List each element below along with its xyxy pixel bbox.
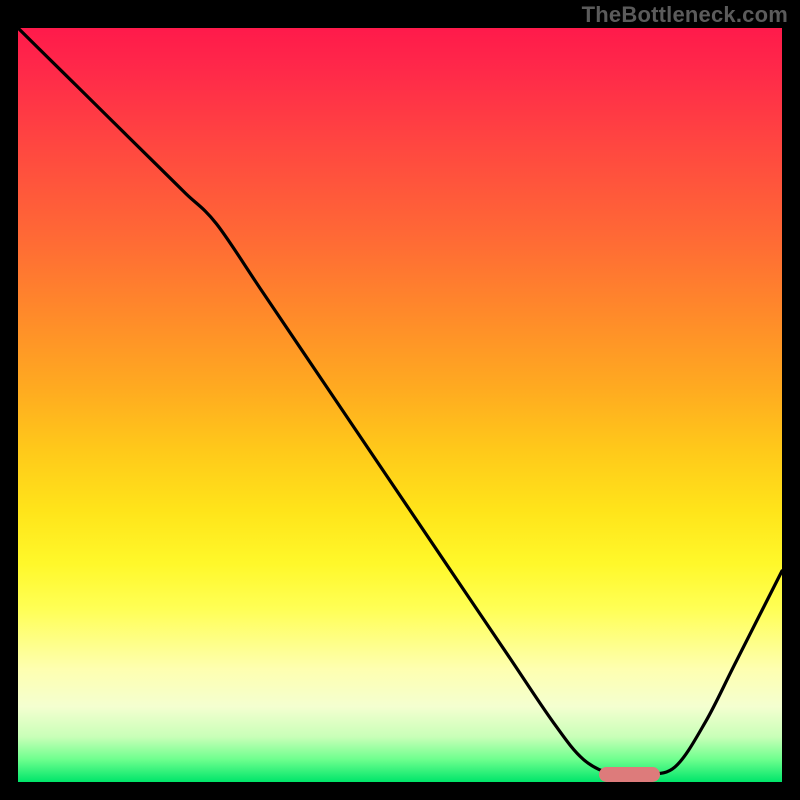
chart-frame: TheBottleneck.com <box>0 0 800 800</box>
plot-area <box>18 28 782 782</box>
optimal-range-marker <box>599 767 660 782</box>
curve-svg <box>18 28 782 782</box>
bottleneck-curve <box>18 28 782 776</box>
watermark-text: TheBottleneck.com <box>582 2 788 28</box>
